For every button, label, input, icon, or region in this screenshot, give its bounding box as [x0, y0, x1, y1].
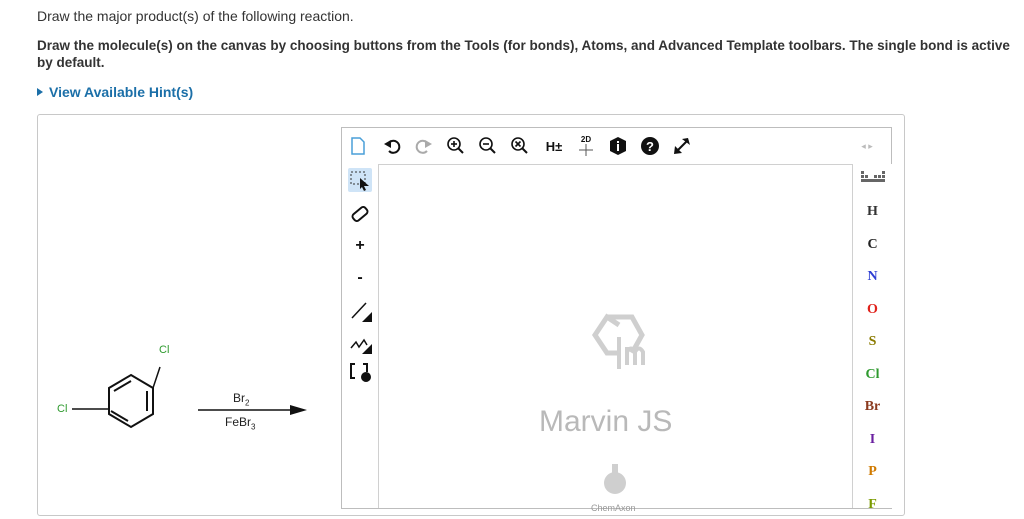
- increase-charge-button[interactable]: +: [348, 234, 372, 258]
- hint-link[interactable]: View Available Hint(s): [37, 84, 193, 100]
- atom-button-c[interactable]: C: [853, 231, 892, 259]
- new-document-icon[interactable]: [346, 134, 370, 158]
- reagent-iron-bromide-subscript: 3: [251, 422, 256, 432]
- about-icon[interactable]: [606, 134, 630, 158]
- atom-button-br[interactable]: Br: [853, 393, 892, 421]
- marvin-editor: H± 2D ? ◂ ▸ + - Marvin JS ChemAxon H C N…: [341, 127, 892, 513]
- reagent-bromine-subscript: 2: [245, 398, 250, 408]
- clean-2d-button[interactable]: 2D: [574, 134, 598, 158]
- toolbar-scroll-arrows-icon[interactable]: ◂ ▸: [857, 134, 877, 158]
- atom-button-s[interactable]: S: [853, 328, 892, 356]
- marvin-watermark-title: Marvin JS: [539, 405, 673, 438]
- atom-button-h[interactable]: H: [853, 198, 892, 226]
- benzene-ring: [108, 373, 154, 429]
- bond-to-top-chlorine: [152, 366, 161, 389]
- marvin-logo-icon: [591, 313, 645, 369]
- rectangle-selection-icon[interactable]: [348, 168, 372, 192]
- arrow-head-icon: [290, 405, 307, 415]
- decrease-charge-button[interactable]: -: [348, 266, 372, 290]
- zoom-out-icon[interactable]: [476, 134, 500, 158]
- zoom-in-icon[interactable]: [444, 134, 468, 158]
- help-icon[interactable]: ?: [638, 134, 662, 158]
- periodic-table-icon[interactable]: [853, 164, 892, 192]
- chlorine-label-left: Cl: [57, 403, 68, 415]
- eraser-icon[interactable]: [348, 202, 372, 226]
- chemaxon-watermark-label: ChemAxon: [591, 503, 636, 513]
- chlorine-label-top: Cl: [159, 344, 170, 356]
- top-toolbar: H± 2D ? ◂ ▸: [342, 128, 891, 165]
- single-bond-icon[interactable]: [348, 298, 372, 322]
- chemaxon-flask-icon: [604, 464, 626, 494]
- atom-button-p[interactable]: P: [853, 458, 892, 486]
- clean-2d-label: 2D: [580, 135, 592, 144]
- atom-button-o[interactable]: O: [853, 296, 892, 324]
- reagent-bromine-text: Br: [233, 391, 245, 405]
- atom-button-cl[interactable]: Cl: [853, 361, 892, 389]
- brackets-icon[interactable]: [348, 360, 372, 384]
- atom-button-i[interactable]: I: [853, 426, 892, 454]
- question-instructions: Draw the molecule(s) on the canvas by ch…: [37, 38, 1010, 70]
- expand-triangle-icon: [37, 88, 43, 96]
- svg-text:?: ?: [646, 139, 654, 154]
- reagent-iron-bromide-text: FeBr: [225, 415, 252, 429]
- hydrogen-toggle-button[interactable]: H±: [540, 134, 568, 158]
- drawing-canvas[interactable]: Marvin JS ChemAxon: [379, 165, 851, 513]
- undo-icon[interactable]: [380, 134, 404, 158]
- atom-button-n[interactable]: N: [853, 263, 892, 291]
- clean-2d-icon: [579, 144, 593, 156]
- reagent-iron-bromide: FeBr3: [225, 415, 255, 431]
- tools-toolbar: + -: [342, 164, 379, 508]
- reaction-scheme: [72, 366, 307, 429]
- fullscreen-icon[interactable]: [670, 134, 694, 158]
- redo-icon[interactable]: [412, 134, 436, 158]
- hint-link-label: View Available Hint(s): [49, 84, 194, 100]
- zoom-reset-icon[interactable]: [508, 134, 532, 158]
- atoms-toolbar: H C N O S Cl Br I P F: [852, 164, 892, 512]
- reagent-bromine: Br2: [233, 391, 249, 407]
- question-prompt: Draw the major product(s) of the followi…: [37, 8, 354, 24]
- atom-button-f[interactable]: F: [853, 491, 892, 519]
- chain-icon[interactable]: [348, 330, 372, 354]
